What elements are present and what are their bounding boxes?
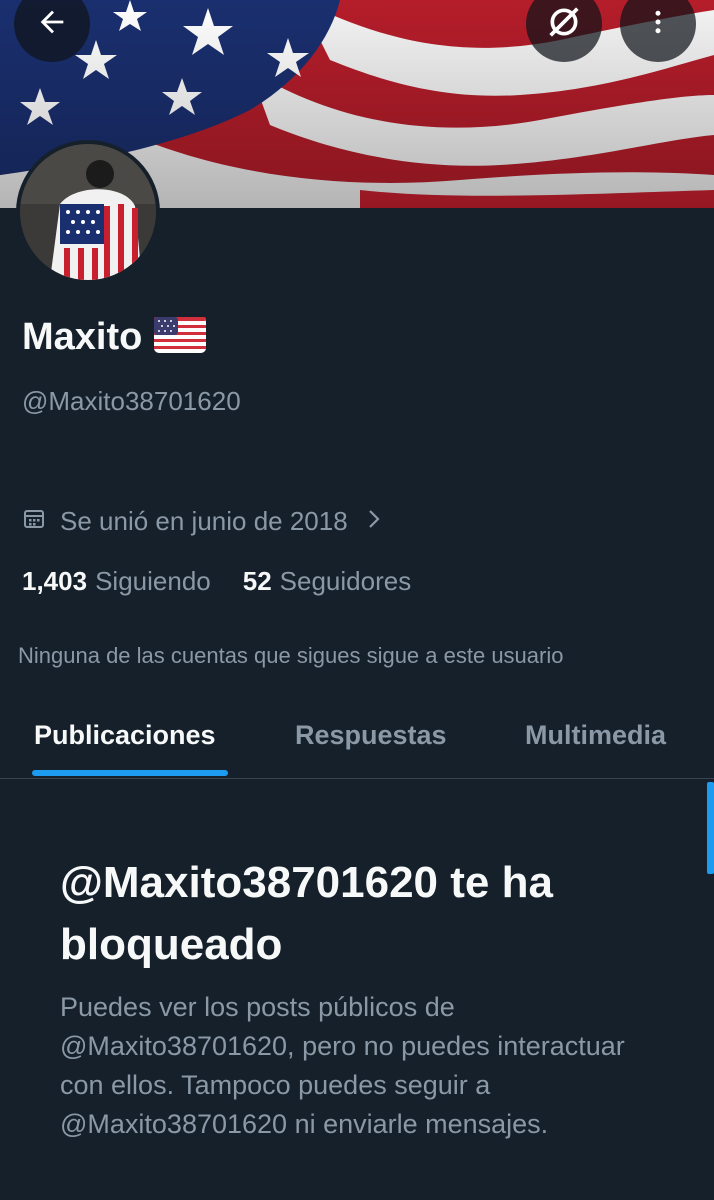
tab-multimedia[interactable]: Multimedia [525, 720, 666, 751]
us-flag-icon [154, 317, 207, 358]
following-count: 1,403 [22, 566, 88, 596]
profile-tabs: Publicaciones Respuestas Multimedia [0, 700, 714, 779]
avatar[interactable] [16, 140, 160, 284]
followers-link[interactable]: 52 Seguidores [243, 566, 411, 597]
active-tab-indicator [32, 770, 228, 776]
tab-respuestas[interactable]: Respuestas [295, 720, 447, 751]
blocked-description: Puedes ver los posts públicos de @Maxito… [60, 992, 625, 1139]
mutual-followers-notice: Ninguna de las cuentas que sigues sigue … [18, 643, 564, 668]
profile-stats: 1,403 Siguiendo 52 Seguidores [22, 566, 443, 597]
joined-text: Se unió en junio de 2018 [60, 506, 348, 536]
profile-handle: @Maxito38701620 [22, 386, 241, 416]
circle-slash-icon [544, 2, 584, 47]
joined-date[interactable]: Se unió en junio de 2018 [22, 506, 384, 537]
tab-publicaciones[interactable]: Publicaciones [34, 720, 216, 751]
more-vertical-icon [643, 7, 673, 42]
calendar-icon [22, 506, 46, 537]
following-label: Siguiendo [95, 566, 211, 596]
arrow-left-icon [35, 5, 69, 44]
profile-name-row: Maxito [22, 316, 207, 359]
followers-count: 52 [242, 566, 272, 596]
profile-name: Maxito [22, 316, 143, 358]
scrollbar[interactable] [707, 782, 714, 874]
blocked-title: @Maxito38701620 te ha bloqueado [60, 858, 553, 969]
chevron-right-icon [364, 506, 384, 537]
followers-label: Seguidores [279, 566, 412, 596]
following-link[interactable]: 1,403 Siguiendo [22, 566, 211, 597]
